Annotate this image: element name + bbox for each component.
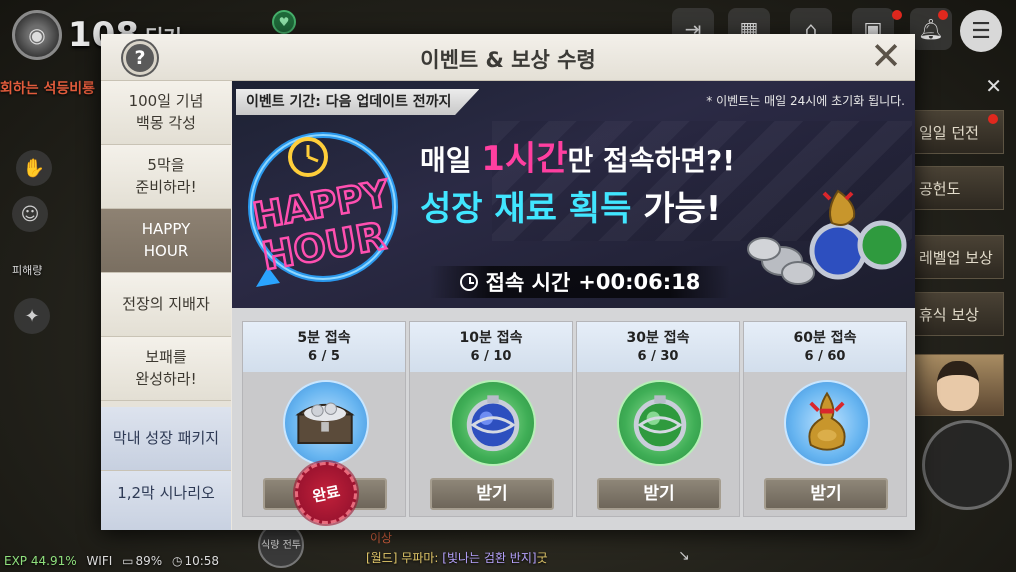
- reward-card-60min: 60분 접속 6 / 60 받기: [743, 321, 907, 517]
- tab-label: 1,2막 시나리오: [117, 484, 215, 502]
- card-title: 10분 접속: [459, 330, 523, 346]
- timer-value: +00:06:18: [578, 270, 701, 294]
- reward-card-10min: 10분 접속 6 / 10 받기: [409, 321, 573, 517]
- side-menu-rest-reward[interactable]: 휴식 보상: [912, 292, 1004, 336]
- tab-growth-package[interactable]: 막내 성장 패키지: [101, 407, 231, 471]
- exp-text: EXP 44.91%: [4, 554, 77, 568]
- card-header: 10분 접속 6 / 10: [410, 322, 572, 372]
- clock-icon: ◷: [171, 554, 183, 568]
- tab-happy-hour[interactable]: HAPPY HOUR: [101, 209, 231, 273]
- chat-channel: [월드]: [366, 551, 398, 565]
- event-tab-list[interactable]: 100일 기념 백몽 각성 5막을 준비하라! HAPPY HOUR 전장의 지…: [101, 81, 231, 530]
- happy-hour-neon-logo: HAPPY HOUR: [248, 132, 398, 287]
- modal-title: 이벤트 & 보상 수령: [420, 48, 596, 72]
- tab-complete-treasure[interactable]: 보패를 완성하라!: [101, 337, 231, 401]
- card-progress: 6 / 30: [637, 349, 679, 364]
- gold-gourd-icon: [784, 380, 870, 466]
- card-progress: 6 / 60: [804, 349, 846, 364]
- headline1-post: 만 접속하면?!: [567, 144, 736, 177]
- chat-item-link[interactable]: [빛나는 검환 반지]: [442, 551, 536, 565]
- chat-sender: 무파마:: [401, 551, 439, 565]
- handshake-icon[interactable]: ✋: [16, 150, 52, 186]
- card-title: 60분 접속: [793, 330, 857, 346]
- side-menu-levelup-reward[interactable]: 레벨업 보상: [912, 235, 1004, 279]
- chat-expand-icon[interactable]: ↘: [678, 548, 690, 564]
- quest-tracker-text[interactable]: 회하는 석등비룡: [0, 78, 95, 98]
- status-bar: EXP 44.91% WIFI ▭ 89% ◷ 10:58: [4, 554, 219, 568]
- event-reward-modal: ? 이벤트 & 보상 수령 ✕ 100일 기념 백몽 각성 5막을 준비하라! …: [101, 34, 915, 530]
- claim-button[interactable]: 받기: [764, 478, 888, 510]
- wifi-text: WIFI: [86, 554, 113, 568]
- headline2-emphasis: 성장 재료 획득: [420, 189, 632, 229]
- companion-portrait[interactable]: [912, 354, 1004, 416]
- tab-label: 보패를 완성하라!: [135, 347, 197, 388]
- reward-card-30min: 30분 접속 6 / 30 받기: [576, 321, 740, 517]
- notification-dot: [938, 10, 948, 20]
- player-avatar[interactable]: ◉: [12, 10, 62, 60]
- reset-note: * 이벤트는 매일 24시에 초기화 됩니다.: [706, 94, 905, 108]
- happy-hour-banner: 이벤트 기간: 다음 업데이트 전까지 * 이벤트는 매일 24시에 초기화 됩…: [232, 81, 915, 308]
- chat-prefix: 이상: [370, 531, 393, 545]
- notification-dot: [892, 10, 902, 20]
- clock-icon: [459, 273, 478, 291]
- chat-suffix: 굿: [536, 551, 548, 565]
- card-title: 5분 접속: [297, 330, 351, 346]
- timer-label: 접속 시간: [485, 271, 571, 295]
- claimed-stamp: 완료: [289, 456, 363, 530]
- headline-line2: 성장 재료 획득 가능!: [420, 181, 721, 230]
- card-header: 5분 접속 6 / 5: [243, 322, 405, 372]
- reward-loot-illustration: [747, 189, 907, 285]
- card-progress: 6 / 5: [308, 349, 340, 364]
- main-menu-button[interactable]: ☰: [960, 10, 1002, 52]
- tab-label: 전장의 지배자: [122, 294, 210, 313]
- tab-100-day[interactable]: 100일 기념 백몽 각성: [101, 81, 231, 145]
- headline1-pre: 매일: [420, 144, 482, 177]
- modal-header: ? 이벤트 & 보상 수령 ✕: [101, 34, 915, 81]
- chat-line[interactable]: [월드] 무파마: [빛나는 검환 반지]굿: [366, 549, 548, 566]
- close-button[interactable]: ✕: [867, 37, 905, 76]
- card-header: 30분 접속 6 / 30: [577, 322, 739, 372]
- battery-text: 89%: [135, 554, 163, 568]
- headline1-emphasis: 1시간: [481, 139, 568, 179]
- auto-battle-icon[interactable]: ✦: [14, 298, 50, 334]
- tab-label: 100일 기념 백몽 각성: [128, 91, 204, 132]
- tab-label: HAPPY HOUR: [141, 219, 191, 260]
- card-header: 60분 접속 6 / 60: [744, 322, 906, 372]
- event-content: 이벤트 기간: 다음 업데이트 전까지 * 이벤트는 매일 24시에 초기화 됩…: [232, 81, 915, 530]
- card-progress: 6 / 10: [470, 349, 512, 364]
- damage-meter-label: 피해량: [12, 264, 43, 277]
- card-title: 30분 접속: [626, 330, 690, 346]
- time-text: 10:58: [184, 554, 220, 568]
- green-orb-icon: [617, 380, 703, 466]
- headline-line1: 매일 1시간만 접속하면?!: [420, 131, 735, 180]
- claim-button[interactable]: 받기: [597, 478, 721, 510]
- side-menu-contribution[interactable]: 공헌도: [912, 166, 1004, 210]
- skill-button[interactable]: [922, 420, 1012, 510]
- tab-act12-scenario[interactable]: 1,2막 시나리오: [101, 471, 231, 530]
- silver-chest-icon: [283, 380, 369, 466]
- tab-label: 막내 성장 패키지: [112, 428, 220, 447]
- connection-timer: 접속 시간 +00:06:18: [430, 266, 730, 298]
- notification-dot: [988, 114, 998, 124]
- headline2-post: 가능!: [631, 189, 722, 229]
- heart-icon[interactable]: ♥: [272, 10, 296, 34]
- blue-orb-icon: [450, 380, 536, 466]
- event-period: 이벤트 기간: 다음 업데이트 전까지: [236, 89, 480, 115]
- battery-icon: ▭: [122, 554, 134, 568]
- reward-card-5min: 5분 접속 6 / 5 받기 완료: [242, 321, 406, 530]
- tab-label: 5막을 준비하라!: [135, 155, 197, 196]
- party-icon[interactable]: ☺: [12, 196, 48, 232]
- claim-button[interactable]: 받기: [430, 478, 554, 510]
- side-panel-close-icon[interactable]: ✕: [985, 74, 1002, 98]
- tab-prepare-act5[interactable]: 5막을 준비하라!: [101, 145, 231, 209]
- tab-battlefield-ruler[interactable]: 전장의 지배자: [101, 273, 231, 337]
